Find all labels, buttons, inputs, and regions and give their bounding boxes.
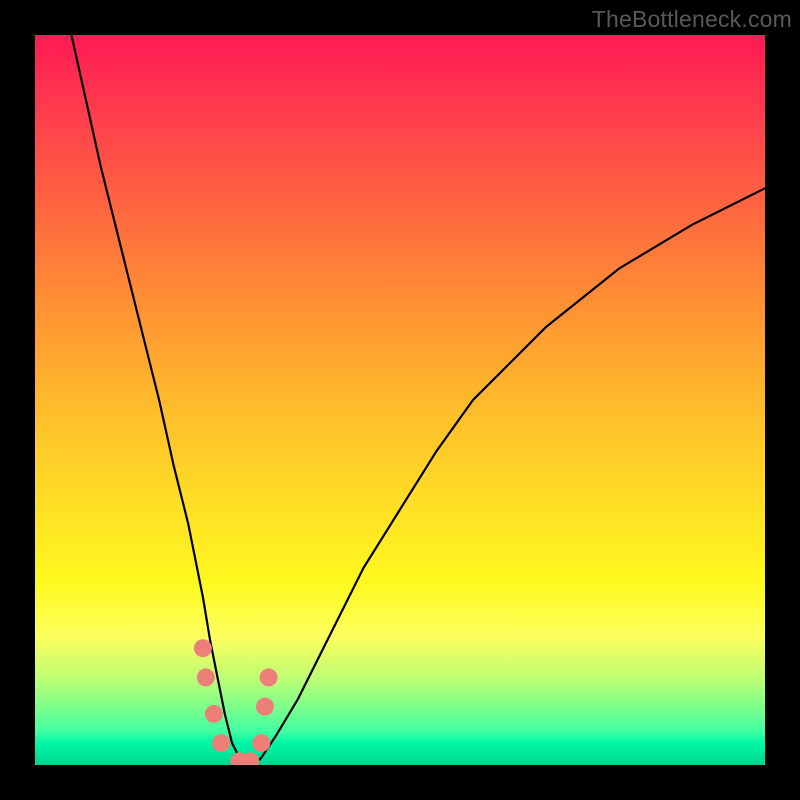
plot-area <box>35 35 765 765</box>
marker-dot <box>256 698 274 716</box>
chart-frame: TheBottleneck.com <box>0 0 800 800</box>
marker-dot <box>194 639 212 657</box>
curve-svg <box>35 35 765 765</box>
curve-markers <box>194 639 278 765</box>
marker-dot <box>197 668 215 686</box>
watermark-text: TheBottleneck.com <box>592 6 792 33</box>
marker-dot <box>252 734 270 752</box>
marker-dot <box>205 705 223 723</box>
marker-dot <box>260 668 278 686</box>
marker-dot <box>212 734 230 752</box>
bottleneck-curve <box>72 35 766 765</box>
